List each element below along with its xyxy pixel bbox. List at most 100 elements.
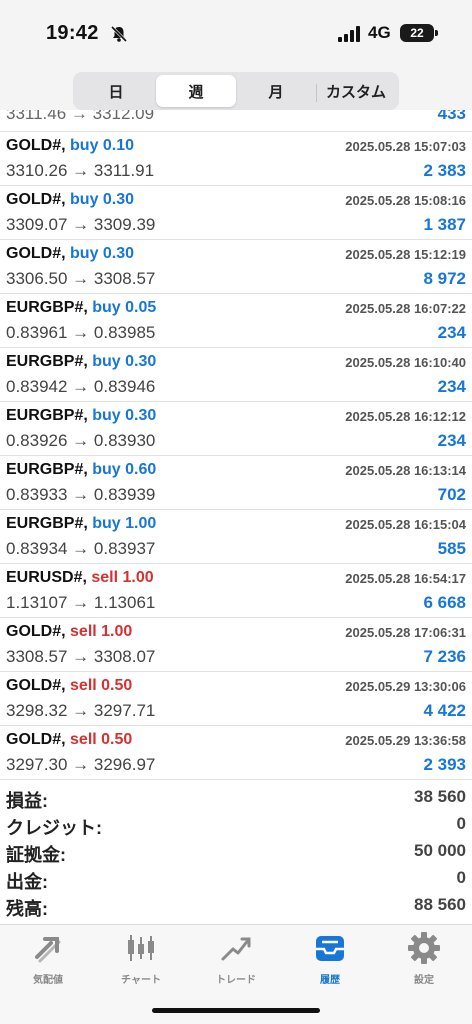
summary-credit: クレジット: 0: [0, 811, 472, 838]
trade-profit: 433: [437, 110, 466, 123]
tab-history[interactable]: 履歴: [290, 931, 370, 986]
trade-symbol-line: EURGBP#, buy 0.05: [6, 299, 156, 317]
summary-value: 0: [456, 814, 466, 833]
trade-profit: 8 972: [423, 269, 466, 288]
bell-muted-icon: [110, 25, 128, 43]
trade-profit: 234: [437, 431, 466, 450]
trade-prices: 3297.30 → 3296.97: [6, 755, 156, 774]
trade-profit: 6 668: [423, 593, 466, 612]
tab-settings[interactable]: 設定: [384, 931, 464, 986]
trade-datetime: 2025.05.28 15:07:03: [345, 139, 466, 154]
trade-symbol: GOLD#,: [6, 191, 66, 208]
account-summary: 損益: 38 560 クレジット: 0 証拠金: 50 000 出金: 0 残高…: [0, 784, 472, 924]
summary-deposit: 証拠金: 50 000: [0, 838, 472, 865]
summary-label: 損益:: [6, 791, 48, 811]
trade-symbol: GOLD#,: [6, 623, 66, 640]
trade-datetime: 2025.05.28 16:10:40: [345, 355, 466, 370]
candlestick-chart-icon: [128, 935, 154, 961]
trade-side: buy 0.30: [70, 191, 135, 208]
trade-row[interactable]: EURGBP#, buy 0.30 2025.05.28 16:10:40 0.83…: [0, 348, 472, 402]
trade-symbol: GOLD#,: [6, 731, 66, 748]
list-item[interactable]: 3311.46 → 3312.09 433: [0, 110, 472, 132]
trade-datetime: 2025.05.28 16:13:14: [345, 463, 466, 478]
summary-label: 残高:: [6, 899, 48, 919]
trade-symbol-line: EURGBP#, buy 0.60: [6, 461, 156, 479]
trade-prices: 3311.46 → 3312.09: [6, 110, 155, 123]
trade-prices: 3298.32 → 3297.71: [6, 701, 156, 720]
trade-row[interactable]: GOLD#, buy 0.10 2025.05.28 15:07:03 3310.2…: [0, 132, 472, 186]
trade-prices: 0.83926 → 0.83930: [6, 431, 156, 450]
trade-prices: 0.83942 → 0.83946: [6, 377, 156, 396]
trade-datetime: 2025.05.28 16:54:17: [345, 571, 466, 586]
trade-profit: 7 236: [423, 647, 466, 666]
trade-side: sell 1.00: [91, 569, 154, 586]
trade-row[interactable]: EURGBP#, buy 0.05 2025.05.28 16:07:22 0.83…: [0, 294, 472, 348]
trade-symbol-line: EURGBP#, buy 1.00: [6, 515, 156, 533]
battery-icon: 22: [400, 24, 438, 42]
summary-label: 出金:: [6, 872, 48, 892]
trade-prices: 0.83961 → 0.83985: [6, 323, 156, 342]
trade-datetime: 2025.05.28 15:12:19: [345, 247, 466, 262]
trade-datetime: 2025.05.29 13:36:58: [345, 733, 466, 748]
trade-profit: 1 387: [423, 215, 466, 234]
trade-row[interactable]: EURGBP#, buy 0.60 2025.05.28 16:13:14 0.83…: [0, 456, 472, 510]
summary-withdrawal: 出金: 0: [0, 865, 472, 892]
trade-symbol: EURGBP#,: [6, 299, 88, 316]
trade-symbol-line: EURGBP#, buy 0.30: [6, 353, 156, 371]
trade-row[interactable]: EURGBP#, buy 1.00 2025.05.28 16:15:04 0.83…: [0, 510, 472, 564]
trade-profit: 2 393: [423, 755, 466, 774]
tab-label: 設定: [414, 975, 434, 986]
trade-row[interactable]: EURGBP#, buy 0.30 2025.05.28 16:12:12 0.83…: [0, 402, 472, 456]
tab-quotes[interactable]: 気配値: [8, 931, 88, 986]
trade-row[interactable]: GOLD#, sell 0.50 2025.05.29 13:36:58 3297.…: [0, 726, 472, 780]
signal-icon: [338, 26, 360, 42]
trade-symbol: GOLD#,: [6, 245, 66, 262]
summary-value: 38 560: [414, 787, 466, 806]
history-inbox-icon: [316, 936, 344, 961]
trade-row[interactable]: GOLD#, sell 1.00 2025.05.28 17:06:31 3308.…: [0, 618, 472, 672]
trade-prices: 0.83933 → 0.83939: [6, 485, 156, 504]
trade-symbol-line: GOLD#, sell 0.50: [6, 677, 132, 695]
status-bar: 19:42 4G 22: [0, 18, 472, 54]
trade-prices: 0.83934 → 0.83937: [6, 539, 156, 558]
network-type: 4G: [368, 23, 391, 42]
trade-datetime: 2025.05.29 13:30:06: [345, 679, 466, 694]
trade-prices: 1.13107 → 1.13061: [6, 593, 156, 612]
trade-symbol: EURGBP#,: [6, 461, 88, 478]
summary-balance: 残高: 88 560: [0, 892, 472, 919]
trade-side: buy 0.30: [92, 407, 157, 424]
trade-side: buy 1.00: [92, 515, 157, 532]
trade-symbol: GOLD#,: [6, 677, 66, 694]
trade-symbol-line: GOLD#, sell 0.50: [6, 731, 132, 749]
trade-row[interactable]: GOLD#, buy 0.30 2025.05.28 15:08:16 3309.0…: [0, 186, 472, 240]
summary-value: 0: [456, 868, 466, 887]
tab-label: 気配値: [33, 975, 63, 986]
trade-prices: 3308.57 → 3308.07: [6, 647, 156, 666]
summary-label: 証拠金:: [6, 845, 66, 865]
tab-trade[interactable]: トレード: [196, 931, 276, 986]
summary-profit: 損益: 38 560: [0, 784, 472, 811]
tab-label: チャート: [121, 975, 161, 986]
trade-profit: 702: [437, 485, 466, 504]
tab-label: 履歴: [320, 975, 340, 986]
trade-history-list[interactable]: 3311.46 → 3312.09 433 GOLD#, buy 0.10 202…: [0, 110, 472, 780]
segment-custom[interactable]: カスタム: [316, 75, 396, 107]
trade-datetime: 2025.05.28 16:07:22: [345, 301, 466, 316]
segment-day[interactable]: 日: [76, 75, 156, 107]
segment-week[interactable]: 週: [156, 75, 236, 107]
tab-chart[interactable]: チャート: [101, 931, 181, 986]
trade-side: sell 1.00: [70, 623, 133, 640]
trade-side: sell 0.50: [70, 731, 133, 748]
segment-month[interactable]: 月: [236, 75, 316, 107]
summary-value: 50 000: [414, 841, 466, 860]
trade-row[interactable]: GOLD#, buy 0.30 2025.05.28 15:12:19 3306.5…: [0, 240, 472, 294]
gear-icon: [408, 932, 440, 964]
trade-datetime: 2025.05.28 16:12:12: [345, 409, 466, 424]
trade-profit: 234: [437, 377, 466, 396]
trade-symbol-line: EURGBP#, buy 0.30: [6, 407, 156, 425]
trade-row[interactable]: EURUSD#, sell 1.00 2025.05.28 16:54:17 1.1…: [0, 564, 472, 618]
trade-row[interactable]: GOLD#, sell 0.50 2025.05.29 13:30:06 3298.…: [0, 672, 472, 726]
trade-symbol: EURGBP#,: [6, 353, 88, 370]
trade-symbol: GOLD#,: [6, 137, 66, 154]
trade-symbol-line: GOLD#, sell 1.00: [6, 623, 132, 641]
